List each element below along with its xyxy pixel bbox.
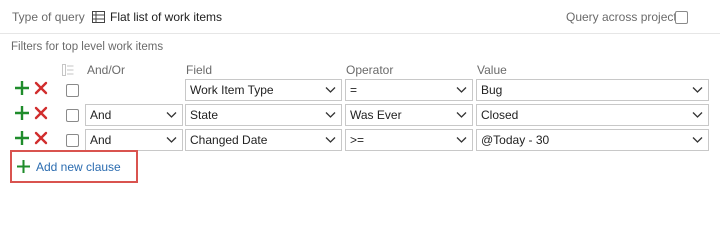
chevron-down-icon [692, 87, 703, 93]
operator-select[interactable]: >= [345, 129, 473, 151]
clause-select-checkbox[interactable] [66, 134, 79, 147]
delete-clause-icon[interactable] [34, 106, 48, 120]
query-across-projects-label: Query across projects [566, 10, 683, 24]
chevron-down-icon [166, 137, 177, 143]
clause-row: And State Was Ever Closed [0, 104, 720, 126]
add-clause-row-icon[interactable] [15, 81, 29, 95]
chevron-down-icon [456, 137, 467, 143]
chevron-down-icon [456, 112, 467, 118]
field-select[interactable]: Changed Date [185, 129, 342, 151]
type-of-query-label: Type of query [12, 10, 85, 24]
value-select[interactable]: Closed [476, 104, 709, 126]
add-clause-row-icon[interactable] [15, 106, 29, 120]
operator-select[interactable]: Was Ever [345, 104, 473, 126]
field-select[interactable]: State [185, 104, 342, 126]
value-select[interactable]: @Today - 30 [476, 129, 709, 151]
chevron-down-icon [166, 112, 177, 118]
query-type-selector[interactable]: Flat list of work items [92, 10, 222, 24]
chevron-down-icon [692, 137, 703, 143]
delete-clause-icon[interactable] [34, 131, 48, 145]
column-header-andor: And/Or [87, 63, 126, 77]
filters-title: Filters for top level work items [11, 41, 164, 53]
andor-select[interactable]: And [85, 129, 183, 151]
delete-clause-icon[interactable] [34, 81, 48, 95]
value-text: Bug [481, 83, 503, 97]
operator-value: >= [350, 133, 365, 147]
clause-select-checkbox[interactable] [66, 84, 79, 97]
chevron-down-icon [325, 112, 336, 118]
andor-select[interactable]: And [85, 104, 183, 126]
value-select[interactable]: Bug [476, 79, 709, 101]
add-new-clause-label: Add new clause [36, 159, 121, 174]
chevron-down-icon [325, 87, 336, 93]
column-header-value: Value [477, 63, 507, 77]
query-type-value: Flat list of work items [110, 10, 223, 24]
column-header-field: Field [186, 63, 213, 77]
field-select[interactable]: Work Item Type [185, 79, 342, 101]
andor-value: And [90, 108, 112, 122]
clause-row: Work Item Type = Bug [0, 79, 720, 101]
operator-value: = [350, 83, 358, 97]
query-across-projects-checkbox[interactable] [675, 11, 688, 24]
chevron-down-icon [692, 112, 703, 118]
chevron-down-icon [456, 87, 467, 93]
operator-select[interactable]: = [345, 79, 473, 101]
field-value: Work Item Type [190, 83, 274, 97]
andor-value: And [90, 133, 112, 147]
query-toolbar: Type of query Flat list of work items Qu… [0, 0, 720, 34]
clause-row: And Changed Date >= @Today - 30 [0, 129, 720, 151]
column-header-operator: Operator [346, 63, 394, 77]
chevron-down-icon [325, 137, 336, 143]
operator-value: Was Ever [350, 108, 402, 122]
clause-select-checkbox[interactable] [66, 109, 79, 122]
value-text: @Today - 30 [481, 133, 550, 147]
add-clause-row-icon[interactable] [15, 131, 29, 145]
value-text: Closed [481, 108, 519, 122]
plus-icon [17, 160, 30, 173]
table-list-icon [92, 11, 105, 23]
add-new-clause-button[interactable]: Add new clause [10, 150, 138, 183]
group-clauses-icon[interactable] [62, 64, 74, 76]
field-value: State [190, 108, 219, 122]
field-value: Changed Date [190, 133, 268, 147]
